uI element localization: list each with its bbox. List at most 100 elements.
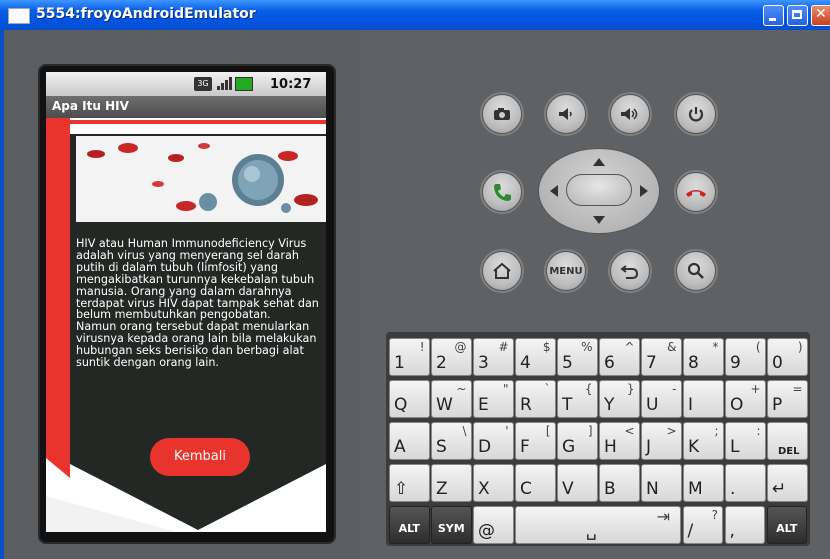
kembali-button[interactable]: Kembali: [150, 438, 250, 476]
maximize-button[interactable]: [787, 5, 808, 26]
key-label: ALT: [398, 522, 420, 535]
hardware-keyboard: 1! 2 @3 #4 $5% 6 ^ 7 & 8 * 9(0) Q W ~ E " R ` T{Y} U - I O + P = A S…: [386, 332, 810, 546]
camera-icon: [483, 95, 521, 133]
key-label: H: [604, 437, 617, 457]
key-row3-5[interactable]: H <: [599, 422, 640, 460]
key-label: Q: [394, 395, 408, 415]
key-alt-label: ⇥: [656, 507, 670, 526]
key-row1-1[interactable]: 2 @: [431, 338, 472, 376]
home-icon: [483, 252, 521, 290]
key-row1-2[interactable]: 3 #: [473, 338, 514, 376]
key-row3-0[interactable]: A: [389, 422, 430, 460]
key-label: F: [520, 437, 530, 457]
key-row2-6[interactable]: U-: [641, 380, 682, 418]
key-row3-9[interactable]: DEL: [767, 422, 808, 460]
key-label: M: [688, 479, 703, 499]
key-label: W: [436, 395, 453, 415]
back-button[interactable]: [610, 251, 650, 291]
camera-button[interactable]: [482, 94, 522, 134]
key-row2-5[interactable]: Y}: [599, 380, 640, 418]
key-label: ALT: [776, 522, 798, 535]
alt-left-key[interactable]: ALT: [389, 506, 430, 544]
key-row3-8[interactable]: L:: [725, 422, 766, 460]
key-alt-label: ?: [711, 508, 718, 522]
key-row3-4[interactable]: G]: [557, 422, 598, 460]
key-label: 3: [478, 353, 489, 373]
end-call-button[interactable]: [676, 172, 716, 212]
key-row4-4[interactable]: V: [557, 464, 598, 502]
slash-key[interactable]: /?: [682, 506, 723, 544]
key-row4-8[interactable]: .: [725, 464, 766, 502]
window-titlebar: 5554:froyoAndroidEmulator: [0, 0, 830, 31]
comma-key[interactable]: ,: [724, 506, 765, 544]
space-key[interactable]: ␣ ⇥: [515, 506, 681, 544]
key-row3-6[interactable]: J >: [641, 422, 682, 460]
key-row1-8[interactable]: 9(: [725, 338, 766, 376]
key-label: O: [730, 395, 744, 415]
key-row2-7[interactable]: I: [683, 380, 724, 418]
key-alt-label: >: [666, 424, 677, 438]
hiv-description-text: HIV atau Human Immunodeficiency Virus ad…: [76, 237, 319, 370]
key-alt-label: %: [581, 340, 593, 354]
at-key[interactable]: @: [473, 506, 514, 544]
key-row2-1[interactable]: W ~: [431, 380, 472, 418]
key-row4-1[interactable]: Z: [431, 464, 472, 502]
key-label: 8: [688, 353, 699, 373]
call-button[interactable]: [482, 172, 522, 212]
key-row4-5[interactable]: B: [599, 464, 640, 502]
key-row1-0[interactable]: 1!: [389, 338, 430, 376]
window-icon: [8, 8, 30, 24]
key-row1-3[interactable]: 4 $: [515, 338, 556, 376]
search-button[interactable]: [676, 251, 716, 291]
back-icon: [611, 252, 649, 290]
key-label: 6: [604, 353, 615, 373]
sym-key[interactable]: SYM: [431, 506, 472, 544]
key-alt-label: }: [626, 382, 635, 396]
key-row3-2[interactable]: D ': [473, 422, 514, 460]
key-row3-3[interactable]: F[: [515, 422, 556, 460]
key-label: B: [604, 479, 616, 499]
key-alt-label: @: [454, 340, 467, 354]
key-row2-8[interactable]: O +: [725, 380, 766, 418]
key-row4-7[interactable]: M: [683, 464, 724, 502]
volume-down-button[interactable]: [546, 94, 586, 134]
signal-icon: [216, 76, 232, 90]
key-row4-9[interactable]: ↵: [767, 464, 808, 502]
key-label: Y: [604, 395, 615, 415]
key-label: SYM: [437, 522, 465, 535]
key-row2-2[interactable]: E ": [473, 380, 514, 418]
key-row4-0[interactable]: ⇧: [389, 464, 430, 502]
key-row1-6[interactable]: 7 &: [641, 338, 682, 376]
close-button[interactable]: [811, 5, 830, 26]
menu-button[interactable]: MENU: [546, 251, 586, 291]
device-screen[interactable]: 3G 10:27 PM Apa Itu HIV: [46, 72, 326, 532]
minimize-button[interactable]: [763, 5, 784, 26]
network-3g-icon: 3G: [194, 77, 212, 91]
key-row2-0[interactable]: Q: [389, 380, 430, 418]
key-alt-label: ]: [587, 424, 593, 438]
key-alt-label: ): [797, 340, 803, 354]
alt-right-key[interactable]: ALT: [766, 506, 807, 544]
key-row2-3[interactable]: R `: [515, 380, 556, 418]
key-label: A: [394, 437, 406, 457]
key-row4-2[interactable]: X: [473, 464, 514, 502]
key-row1-7[interactable]: 8 *: [683, 338, 724, 376]
key-row1-4[interactable]: 5%: [557, 338, 598, 376]
key-row1-9[interactable]: 0): [767, 338, 808, 376]
key-row4-3[interactable]: C: [515, 464, 556, 502]
key-row3-7[interactable]: K;: [683, 422, 724, 460]
key-label: V: [562, 479, 574, 499]
home-button[interactable]: [482, 251, 522, 291]
key-alt-label: <: [624, 424, 635, 438]
key-row1-5[interactable]: 6 ^: [599, 338, 640, 376]
window-title: 5554:froyoAndroidEmulator: [36, 6, 256, 22]
key-row2-9[interactable]: P =: [767, 380, 808, 418]
dpad[interactable]: [538, 148, 660, 234]
key-row4-6[interactable]: N: [641, 464, 682, 502]
volume-up-button[interactable]: [610, 94, 650, 134]
key-row2-4[interactable]: T{: [557, 380, 598, 418]
key-label: DEL: [778, 446, 800, 457]
key-label: 4: [520, 353, 531, 373]
power-button[interactable]: [676, 94, 716, 134]
key-row3-1[interactable]: S \: [431, 422, 472, 460]
